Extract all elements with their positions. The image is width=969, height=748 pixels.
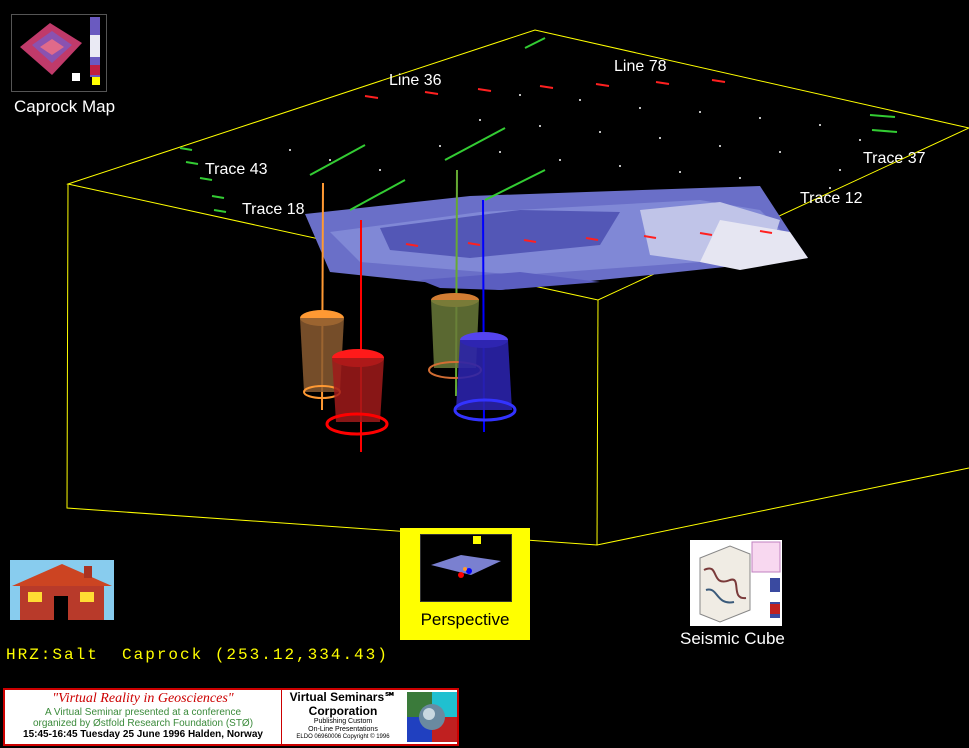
caprock-map-image <box>20 17 100 85</box>
banner-corp: Virtual Seminars℠ Corporation Publishing… <box>283 690 403 744</box>
corp-name-1: Virtual Seminars℠ <box>289 690 397 704</box>
line-78-label: Line 78 <box>614 58 667 75</box>
trace-tick-marks <box>179 37 898 213</box>
corp-tag-1: Publishing Custom <box>313 718 373 725</box>
caprock-map-label: Caprock Map <box>14 97 116 116</box>
banner-title: "Virtual Reality in Geosciences" <box>52 691 234 706</box>
perspective-thumbnail[interactable]: Perspective <box>400 528 530 640</box>
seismic-cube-thumbnail[interactable] <box>690 540 782 626</box>
survey-grid-dots <box>289 94 861 189</box>
trace-37-label: Trace 37 <box>863 150 926 167</box>
trace-18-label: Trace 18 <box>242 201 305 218</box>
trace-43-label: Trace 43 <box>205 161 268 178</box>
line-36-label: Line 36 <box>389 72 442 89</box>
trace-12-label: Trace 12 <box>800 190 863 207</box>
banner-info: "Virtual Reality in Geosciences" A Virtu… <box>5 690 282 744</box>
banner-line2: organized by Østfold Research Foundation… <box>32 718 254 729</box>
salt-caprock-horizon <box>305 186 808 290</box>
corp-name-2: Corporation <box>308 704 378 718</box>
banner-date: 15:45-16:45 Tuesday 25 June 1996 Halden,… <box>23 729 263 740</box>
banner-line1: A Virtual Seminar presented at a confere… <box>44 707 242 718</box>
seismic-cube-image <box>699 541 781 623</box>
corp-tag-2: On-Line Presentations <box>308 726 378 733</box>
seminar-banner: "Virtual Reality in Geosciences" A Virtu… <box>3 688 459 746</box>
caprock-map-thumbnail[interactable] <box>11 14 107 92</box>
home-icon[interactable] <box>10 560 114 620</box>
copyright: ELDO 06960006 Copyright © 1996 <box>296 734 390 740</box>
horizon-readout: HRZ:Salt Caprock (253.12,334.43) <box>6 646 389 664</box>
seismic-cube-label: Seismic Cube <box>680 629 785 648</box>
perspective-label: Perspective <box>420 610 510 629</box>
perspective-image <box>420 534 512 602</box>
globe-logo-icon <box>407 692 457 742</box>
house-image <box>12 564 112 620</box>
